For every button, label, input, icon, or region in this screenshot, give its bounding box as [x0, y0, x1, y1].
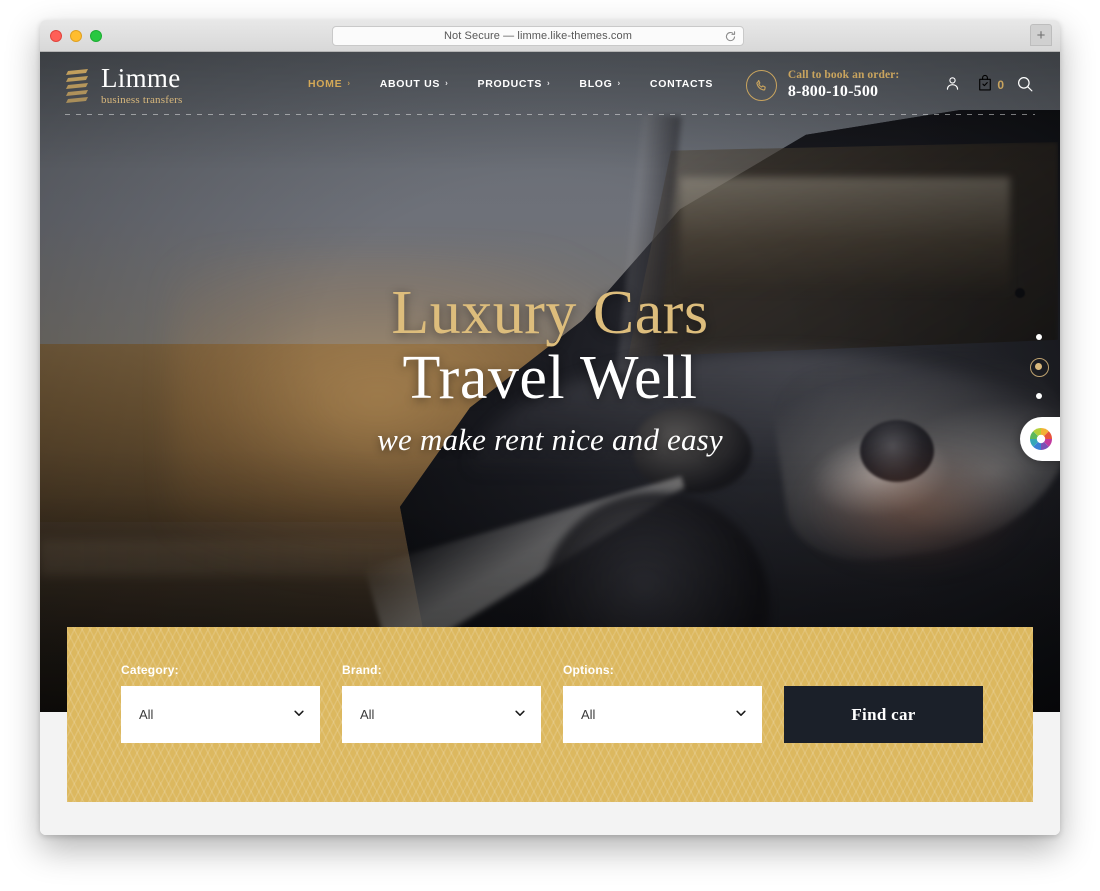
nav-item-label: ABOUT US [379, 78, 441, 90]
color-wheel-icon [1028, 426, 1054, 452]
slider-dot-3[interactable] [1035, 393, 1042, 399]
site-header: Limme business transfers HOME › ABOUT US… [40, 52, 1060, 122]
chevron-right-icon: › [445, 78, 449, 88]
hero-headline-line1: Luxury Cars [391, 279, 709, 347]
reload-icon[interactable] [724, 30, 737, 43]
user-icon [944, 75, 961, 95]
options-select[interactable]: All [563, 686, 762, 743]
nav-item-about-us[interactable]: ABOUT US › [380, 78, 449, 90]
nav-item-label: PRODUCTS [477, 78, 543, 90]
nav-item-label: CONTACTS [649, 78, 714, 90]
chevron-down-icon [293, 707, 305, 723]
page-viewport: Limme business transfers HOME › ABOUT US… [40, 52, 1060, 835]
shopping-bag-icon [977, 74, 993, 97]
brand-name: Limme [101, 63, 181, 93]
theme-color-switcher[interactable] [1020, 417, 1060, 461]
search-button[interactable] [1010, 70, 1040, 100]
search-icon [1016, 75, 1034, 96]
phone-label: Call to book an order: [787, 69, 900, 81]
nav-item-products[interactable]: PRODUCTS › [478, 78, 551, 90]
brand-select[interactable]: All [342, 686, 541, 743]
account-button[interactable] [937, 70, 967, 100]
address-bar[interactable]: Not Secure — limme.like-themes.com [332, 26, 744, 46]
slider-dot-2[interactable] [1030, 358, 1049, 377]
header-actions: Call to book an order: 8-800-10-500 0 [745, 69, 1040, 101]
cart-count-badge: 0 [997, 78, 1004, 92]
car-search-form: Category: All Brand: All Options: All Fi… [121, 663, 983, 743]
phone-icon [745, 69, 777, 101]
browser-window: Not Secure — limme.like-themes.com + Lim… [40, 20, 1060, 835]
nav-item-label: HOME [308, 78, 343, 90]
nav-item-label: BLOG [579, 78, 613, 90]
phone-number: 8-800-10-500 [787, 83, 879, 100]
chevron-right-icon: › [347, 78, 351, 88]
brand-select-value: All [360, 707, 375, 722]
category-select[interactable]: All [121, 686, 320, 743]
nav-item-home[interactable]: HOME › [308, 78, 351, 90]
site-logo[interactable]: Limme business transfers [65, 65, 183, 106]
window-minimize-button[interactable] [70, 30, 82, 42]
new-tab-button[interactable]: + [1030, 24, 1052, 46]
address-bar-text: Not Secure — limme.like-themes.com [443, 30, 632, 42]
chevron-down-icon [514, 707, 526, 723]
slider-dot-1[interactable] [1035, 334, 1042, 340]
chevron-right-icon: › [617, 78, 621, 88]
find-car-button[interactable]: Find car [784, 686, 983, 743]
chevron-down-icon [735, 707, 747, 723]
filter-label-options: Options: [563, 663, 614, 677]
hero-headline-line2: Travel Well [402, 344, 698, 413]
browser-titlebar: Not Secure — limme.like-themes.com + [40, 20, 1060, 52]
filter-field-category: Category: All [121, 663, 320, 743]
filter-field-options: Options: All [563, 663, 762, 743]
car-search-panel: Category: All Brand: All Options: All Fi… [67, 627, 1033, 802]
window-traffic-lights [50, 30, 102, 42]
chevron-right-icon: › [547, 78, 551, 88]
options-select-value: All [581, 707, 596, 722]
nav-item-contacts[interactable]: CONTACTS [650, 78, 713, 90]
filter-field-brand: Brand: All [342, 663, 541, 743]
filter-label-brand: Brand: [342, 663, 382, 677]
filter-label-category: Category: [121, 663, 179, 677]
hero-subtitle: we make rent nice and easy [377, 422, 723, 458]
header-phone-block[interactable]: Call to book an order: 8-800-10-500 [745, 69, 900, 101]
logo-mark-icon [65, 68, 91, 103]
brand-tagline: business transfers [101, 94, 183, 106]
slider-pagination [1030, 334, 1049, 428]
main-navigation: HOME › ABOUT US › PRODUCTS › BLOG › CONT… [308, 78, 713, 90]
window-close-button[interactable] [50, 30, 62, 42]
hero-copy: Luxury Cars Travel Well we make rent nic… [40, 279, 1060, 458]
header-divider [65, 114, 1035, 115]
window-maximize-button[interactable] [90, 30, 102, 42]
nav-item-blog[interactable]: BLOG › [579, 78, 621, 90]
cart-button[interactable]: 0 [977, 74, 1004, 97]
category-select-value: All [139, 707, 154, 722]
